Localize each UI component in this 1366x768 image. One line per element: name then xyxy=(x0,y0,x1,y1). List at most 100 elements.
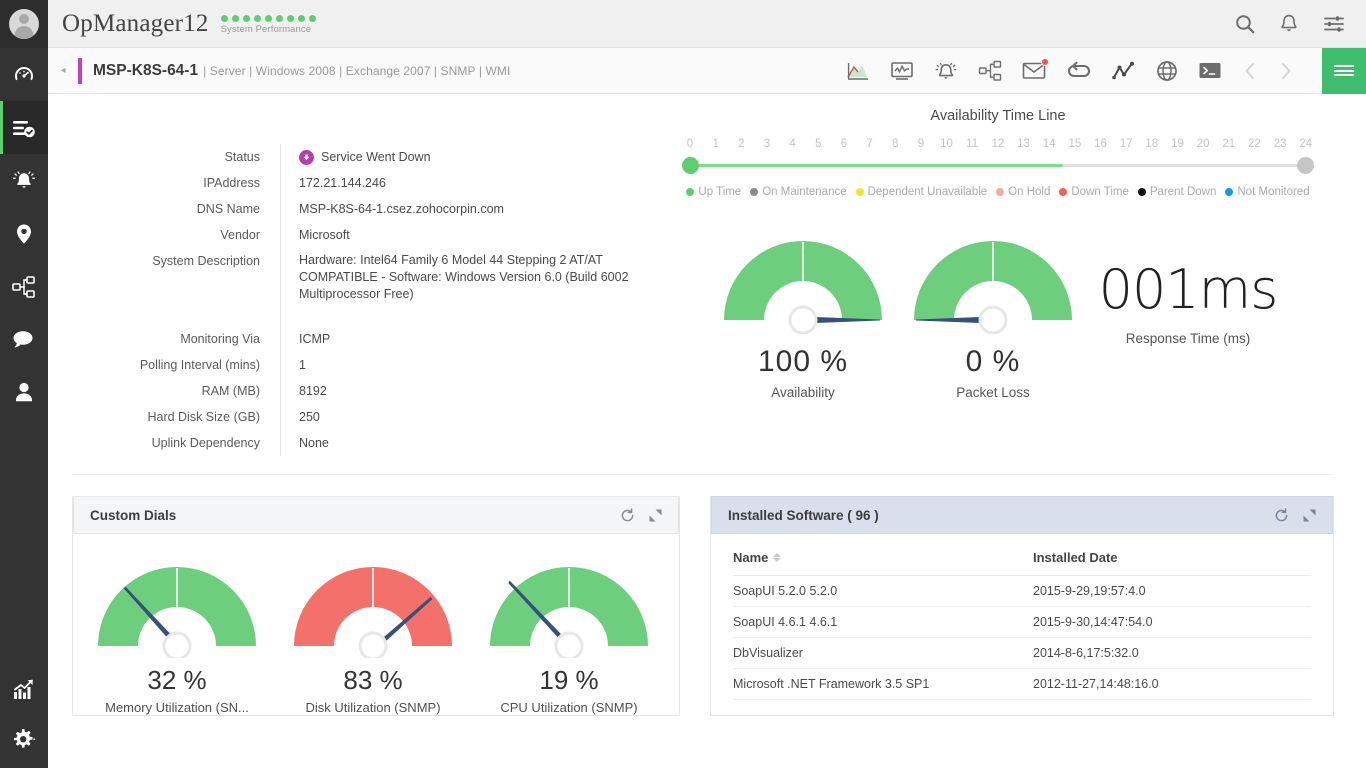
availability-timeline: Availability Time Line 01234567891011121… xyxy=(678,108,1318,198)
custom-dials-body: 32 % Memory Utilization (SN... 83 % Disk… xyxy=(73,534,679,715)
response-time-value: 001ms xyxy=(1088,258,1288,321)
brand-logo[interactable]: OpManager12 System Performance xyxy=(48,10,316,38)
sidebar-item-alarms[interactable] xyxy=(0,154,48,207)
timeline-tick: 11 xyxy=(964,138,980,150)
mail-icon[interactable] xyxy=(1022,61,1046,80)
notification-bell-icon[interactable] xyxy=(1278,13,1300,35)
legend-item: Not Monitored xyxy=(1225,186,1309,198)
column-header-name-label: Name xyxy=(733,550,768,565)
legend-color-dot xyxy=(750,188,758,196)
sidebar-item-reports[interactable] xyxy=(0,662,48,715)
growth-chart-icon xyxy=(12,677,36,701)
chevron-left-icon[interactable] xyxy=(1242,61,1258,81)
column-header-name[interactable]: Name xyxy=(733,550,1033,565)
gauge-packet-loss-label: Packet Loss xyxy=(898,385,1088,400)
table-row[interactable]: SoapUI 4.6.1 4.6.12015-9-30,14:47:54.0 xyxy=(733,607,1311,638)
terminal-icon[interactable] xyxy=(1198,61,1222,80)
chevron-right-icon[interactable] xyxy=(1278,61,1294,81)
table-row[interactable]: Microsoft .NET Framework 3.5 SP12012-11-… xyxy=(733,669,1311,700)
timeline-tick: 14 xyxy=(1041,138,1057,150)
detail-value-pollinginterval: 1 xyxy=(299,352,640,378)
detail-value-vendor: Microsoft xyxy=(299,222,640,248)
cell-installed-date: 2014-8-6,17:5:32.0 xyxy=(1033,646,1139,660)
refresh-icon[interactable] xyxy=(620,508,635,523)
timeline-tick-labels: 0123456789101112131415161718192021222324 xyxy=(678,138,1318,150)
search-icon[interactable] xyxy=(1234,13,1256,35)
expand-icon[interactable] xyxy=(649,509,662,522)
refresh-icon[interactable] xyxy=(1274,508,1289,523)
hamburger-menu-icon[interactable] xyxy=(1322,48,1366,94)
collapse-left-icon[interactable]: ◂ xyxy=(48,65,78,76)
top-header-actions xyxy=(1234,13,1366,35)
sidebar-item-maps[interactable] xyxy=(0,207,48,260)
legend-label: Parent Down xyxy=(1150,186,1216,198)
detail-value-harddisk: 250 xyxy=(299,404,640,430)
avatar[interactable] xyxy=(0,0,48,48)
loop-refresh-icon[interactable] xyxy=(1066,61,1092,81)
location-pin-icon xyxy=(13,222,35,246)
table-body: SoapUI 5.2.0 5.2.02015-9-29,19:57:4.0Soa… xyxy=(733,576,1311,700)
timeline-tick: 23 xyxy=(1272,138,1288,150)
device-details-table: Status IPAddress DNS Name Vendor System … xyxy=(70,144,640,456)
sidebar-item-chat[interactable] xyxy=(0,313,48,366)
globe-icon[interactable] xyxy=(1156,60,1178,82)
gauge-availability-dial xyxy=(708,224,898,334)
legend-color-dot xyxy=(1059,188,1067,196)
installed-software-tools xyxy=(1274,508,1316,523)
availability-timeline-title: Availability Time Line xyxy=(678,108,1318,124)
timeline-tick: 12 xyxy=(990,138,1006,150)
response-time-label: Response Time (ms) xyxy=(1088,331,1288,346)
settings-sliders-icon[interactable] xyxy=(1322,13,1346,35)
detail-value-dnsname: MSP-K8S-64-1.csez.zohocorpin.com xyxy=(299,196,640,222)
timeline-start-knob[interactable] xyxy=(682,157,699,174)
gauge-packet-loss: 0 % Packet Loss xyxy=(898,224,1088,400)
timeline-tick: 0 xyxy=(682,138,698,150)
detail-label: Monitoring Via xyxy=(70,326,260,352)
cell-installed-date: 2015-9-29,19:57:4.0 xyxy=(1033,584,1146,598)
status-badge: Service Went Down xyxy=(299,144,640,170)
sidebar-item-inventory[interactable] xyxy=(0,101,48,154)
sidebar-item-settings[interactable] xyxy=(0,715,48,768)
timeline-track[interactable] xyxy=(682,156,1314,174)
timeline-tick: 2 xyxy=(733,138,749,150)
legend-item: Parent Down xyxy=(1138,186,1216,198)
cell-software-name: SoapUI 5.2.0 5.2.0 xyxy=(733,584,1033,598)
timeline-tick: 9 xyxy=(913,138,929,150)
timeline-end-knob[interactable] xyxy=(1297,157,1314,174)
sidebar-item-network[interactable] xyxy=(0,260,48,313)
detail-label: Hard Disk Size (GB) xyxy=(70,404,260,430)
sidebar-item-user[interactable] xyxy=(0,366,48,419)
expand-icon[interactable] xyxy=(1303,509,1316,522)
column-header-installed-date[interactable]: Installed Date xyxy=(1033,550,1118,565)
timeline-tick: 5 xyxy=(810,138,826,150)
timeline-tick: 4 xyxy=(785,138,801,150)
speedometer-icon xyxy=(12,63,36,87)
alarm-bell-icon[interactable] xyxy=(934,60,958,82)
service-down-icon xyxy=(299,150,314,165)
timeline-tick: 18 xyxy=(1144,138,1160,150)
table-row[interactable]: SoapUI 5.2.0 5.2.02015-9-29,19:57:4.0 xyxy=(733,576,1311,607)
sidebar-item-dashboard[interactable] xyxy=(0,48,48,101)
legend-label: Down Time xyxy=(1071,186,1129,198)
area-chart-icon[interactable] xyxy=(846,61,870,81)
legend-item: Down Time xyxy=(1059,186,1129,198)
timeline-tick: 22 xyxy=(1246,138,1262,150)
network-topology-icon[interactable] xyxy=(978,60,1002,82)
detail-labels-column: Status IPAddress DNS Name Vendor System … xyxy=(70,144,260,456)
dial-cpu-utilization: 19 % CPU Utilization (SNMP) xyxy=(471,552,667,715)
legend-item: On Maintenance xyxy=(750,186,846,198)
dial-disk-utilization-gauge xyxy=(278,552,468,658)
monitor-graph-icon[interactable] xyxy=(890,61,914,81)
gauge-packet-loss-value: 0 % xyxy=(898,345,1088,379)
line-chart-icon[interactable] xyxy=(1112,61,1136,81)
timeline-tick: 8 xyxy=(887,138,903,150)
timeline-tick: 13 xyxy=(1016,138,1032,150)
dial-cpu-utilization-gauge xyxy=(474,552,664,658)
brand-name: OpManager12 xyxy=(62,10,209,38)
legend-color-dot xyxy=(996,188,1004,196)
timeline-tick: 17 xyxy=(1118,138,1134,150)
table-row[interactable]: DbVisualizer2014-8-6,17:5:32.0 xyxy=(733,638,1311,669)
section-divider xyxy=(72,474,1332,475)
sort-arrows-icon[interactable] xyxy=(773,553,781,562)
gear-icon xyxy=(11,727,37,751)
